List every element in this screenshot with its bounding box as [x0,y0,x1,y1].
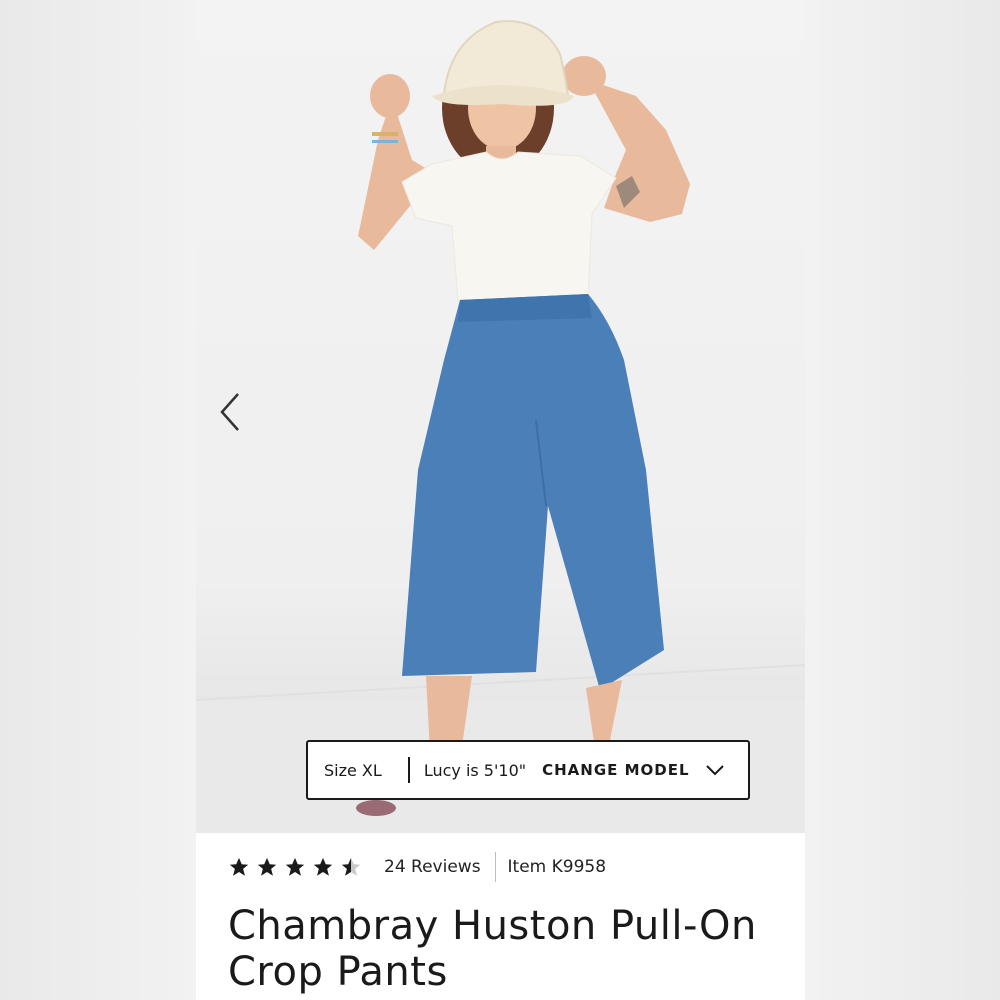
star-rating[interactable] [228,856,362,878]
star-icon [229,857,249,876]
change-model-label: CHANGE MODEL [542,761,690,779]
product-title: Chambray Huston Pull-On Crop Pants [228,903,757,995]
previous-image-button[interactable] [212,392,248,432]
chevron-down-icon [705,765,724,776]
star-half-icon [341,857,361,876]
background-left [0,0,196,1000]
reviews-link[interactable]: 24 Reviews [384,857,481,877]
info-divider [494,852,496,882]
model-height: Lucy is 5'10" [423,760,527,780]
star-icon [285,857,305,876]
model-photo [196,20,805,833]
star-icon [257,857,277,876]
model-size: Size XL [324,760,382,780]
model-bar-divider [407,757,410,783]
chevron-left-icon [220,393,239,431]
rating-row: 24 Reviews Item K9958 [228,850,606,884]
product-image[interactable]: Size XL Lucy is 5'10" CHANGE MODEL [196,0,805,833]
star-icon [313,857,333,876]
change-model-button[interactable]: CHANGE MODEL [542,761,724,779]
background-right [805,0,1000,1000]
product-page: Size XL Lucy is 5'10" CHANGE MODEL 24 Re… [196,0,805,1000]
item-number: Item K9958 [507,857,607,877]
model-info-bar: Size XL Lucy is 5'10" CHANGE MODEL [306,740,750,800]
